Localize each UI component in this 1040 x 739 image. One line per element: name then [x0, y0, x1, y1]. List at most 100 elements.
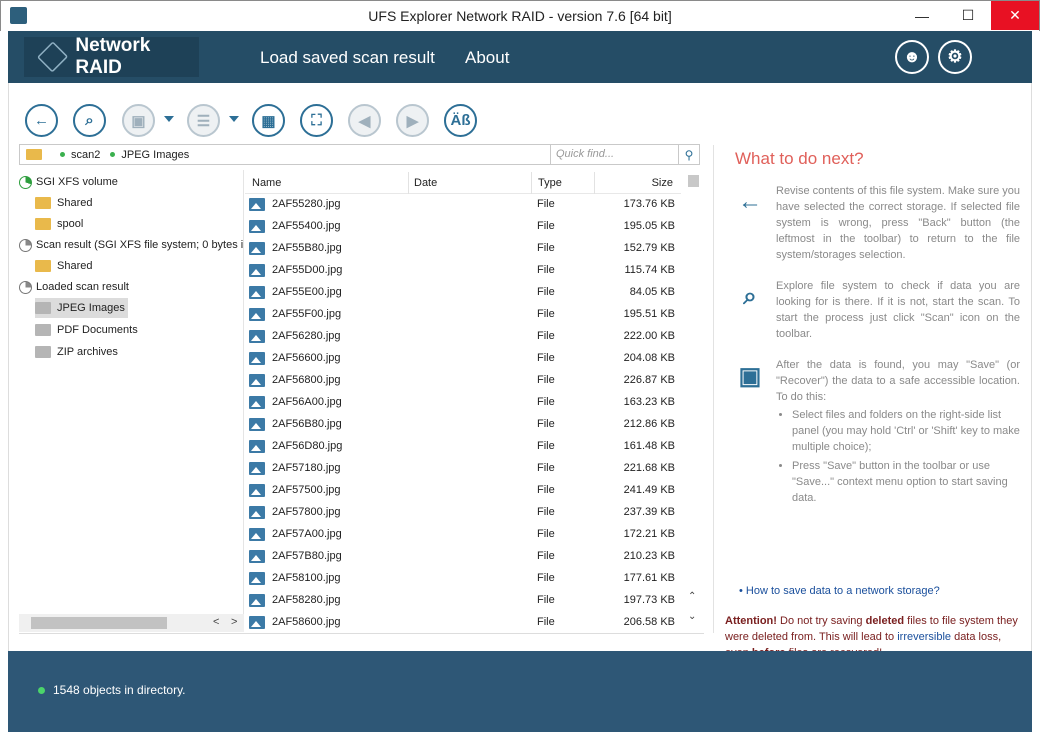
column-size[interactable]: Size [652, 177, 673, 189]
table-row[interactable]: 2AF56A00.jpg File 163.23 KB [245, 392, 681, 414]
scroll-right-icon[interactable]: > [231, 616, 237, 628]
file-name: 2AF55F00.jpg [272, 308, 342, 320]
gear-icon[interactable]: ⚙ [938, 40, 972, 74]
breadcrumb-item[interactable]: scan2 [71, 149, 100, 161]
table-row[interactable]: 2AF55F00.jpg File 195.51 KB [245, 304, 681, 326]
image-file-icon [249, 242, 265, 255]
search-icon[interactable]: ⚲ [678, 144, 700, 165]
rename-button[interactable]: Äß [444, 104, 477, 137]
file-name: 2AF55400.jpg [272, 220, 341, 232]
image-file-icon [249, 418, 265, 431]
tree-node[interactable]: ZIP archives [35, 342, 118, 362]
file-size: 212.86 KB [623, 418, 675, 430]
find-button[interactable]: ⛶ [300, 104, 333, 137]
file-size: 241.49 KB [623, 484, 675, 496]
select-dropdown-arrow-icon[interactable] [229, 116, 239, 122]
next-button[interactable]: ▶ [396, 104, 429, 137]
file-size: 226.87 KB [623, 374, 675, 386]
view-button[interactable]: ▦ [252, 104, 285, 137]
tree-node[interactable]: SGI XFS volume [19, 172, 118, 192]
maximize-button[interactable]: ☐ [945, 1, 991, 30]
scroll-down-icon[interactable]: ⌄ [688, 611, 696, 622]
save-dropdown-arrow-icon[interactable] [164, 116, 174, 122]
file-name: 2AF56D80.jpg [272, 440, 343, 452]
status-dot-icon [110, 152, 116, 157]
prev-button[interactable]: ◀ [348, 104, 381, 137]
tree-node-label: Loaded scan result [36, 281, 129, 293]
back-button[interactable]: ← [25, 104, 58, 137]
file-name: 2AF58600.jpg [272, 616, 341, 628]
save-button[interactable]: ▣ [122, 104, 155, 137]
table-row[interactable]: 2AF56600.jpg File 204.08 KB [245, 348, 681, 370]
table-row[interactable]: 2AF57800.jpg File 237.39 KB [245, 502, 681, 524]
breadcrumb-item[interactable]: JPEG Images [121, 149, 189, 161]
table-row[interactable]: 2AF55B80.jpg File 152.79 KB [245, 238, 681, 260]
table-row[interactable]: 2AF55280.jpg File 173.76 KB [245, 194, 681, 216]
file-type: File [537, 286, 555, 298]
table-row[interactable]: 2AF58600.jpg File 206.58 KB [245, 612, 681, 634]
column-date[interactable]: Date [414, 177, 437, 189]
file-type: File [537, 616, 555, 628]
table-row[interactable]: 2AF57A00.jpg File 172.21 KB [245, 524, 681, 546]
file-size: 177.61 KB [623, 572, 675, 584]
table-row[interactable]: 2AF57B80.jpg File 210.23 KB [245, 546, 681, 568]
nav-about[interactable]: About [465, 48, 509, 68]
tree-node[interactable]: spool [35, 214, 83, 234]
image-file-icon [249, 572, 265, 585]
table-row[interactable]: 2AF57180.jpg File 221.68 KB [245, 458, 681, 480]
tree-node[interactable]: JPEG Images [35, 298, 128, 318]
explore-button[interactable]: ⌕ [73, 104, 106, 137]
file-name: 2AF56280.jpg [272, 330, 341, 342]
image-file-icon [249, 374, 265, 387]
column-name[interactable]: Name [252, 177, 281, 189]
app-header: Network RAID Load saved scan result Abou… [8, 31, 1040, 127]
file-type: File [537, 594, 555, 606]
table-row[interactable]: 2AF55D00.jpg File 115.74 KB [245, 260, 681, 282]
network-storage-link[interactable]: • How to save data to a network storage? [739, 585, 940, 597]
folder-icon [35, 197, 51, 209]
scrollbar-thumb[interactable] [688, 175, 699, 187]
scroll-left-icon[interactable]: < [213, 616, 219, 628]
tree-horizontal-scrollbar[interactable]: < > [19, 614, 244, 632]
file-name: 2AF55D00.jpg [272, 264, 343, 276]
table-row[interactable]: 2AF58100.jpg File 177.61 KB [245, 568, 681, 590]
volume-icon [19, 238, 32, 252]
table-row[interactable]: 2AF56800.jpg File 226.87 KB [245, 370, 681, 392]
table-row[interactable]: 2AF56280.jpg File 222.00 KB [245, 326, 681, 348]
tree-node[interactable]: Scan result (SGI XFS file system; 0 byte… [19, 235, 243, 255]
table-row[interactable]: 2AF55400.jpg File 195.05 KB [245, 216, 681, 238]
column-type[interactable]: Type [538, 177, 562, 189]
table-row[interactable]: 2AF56B80.jpg File 212.86 KB [245, 414, 681, 436]
volume-icon [19, 175, 32, 189]
file-size: 163.23 KB [623, 396, 675, 408]
image-file-icon [249, 352, 265, 365]
link-text[interactable]: How to save data to a network storage? [746, 585, 940, 597]
file-name: 2AF57180.jpg [272, 462, 341, 474]
table-row[interactable]: 2AF57500.jpg File 241.49 KB [245, 480, 681, 502]
file-type: File [537, 484, 555, 496]
user-icon[interactable]: ☻ [895, 40, 929, 74]
help-text: After the data is found, you may "Save" … [776, 357, 1020, 509]
table-row[interactable]: 2AF56D80.jpg File 161.48 KB [245, 436, 681, 458]
quick-find-input[interactable]: Quick find... [550, 144, 679, 165]
close-button[interactable]: ✕ [991, 1, 1039, 30]
nav-load-saved-scan[interactable]: Load saved scan result [260, 48, 435, 68]
select-button[interactable]: ☰ [187, 104, 220, 137]
list-vertical-scrollbar[interactable]: ⌃ ⌄ [685, 173, 702, 631]
minimize-button[interactable]: — [899, 1, 945, 30]
tree-node[interactable]: PDF Documents [35, 320, 138, 340]
help-text: Revise contents of this file system. Mak… [776, 185, 1020, 261]
save-icon: ▣ [738, 362, 762, 390]
scrollbar-thumb[interactable] [31, 617, 167, 629]
file-name: 2AF55E00.jpg [272, 286, 342, 298]
tree-node[interactable]: Loaded scan result [19, 277, 129, 297]
tree-node[interactable]: Shared [35, 193, 92, 213]
table-row[interactable]: 2AF55E00.jpg File 84.05 KB [245, 282, 681, 304]
file-name: 2AF57800.jpg [272, 506, 341, 518]
file-size: 221.68 KB [623, 462, 675, 474]
tree-node[interactable]: Shared [35, 256, 92, 276]
file-name: 2AF57500.jpg [272, 484, 341, 496]
status-dot-icon [60, 152, 65, 157]
table-row[interactable]: 2AF58280.jpg File 197.73 KB [245, 590, 681, 612]
scroll-up-icon[interactable]: ⌃ [688, 591, 696, 602]
